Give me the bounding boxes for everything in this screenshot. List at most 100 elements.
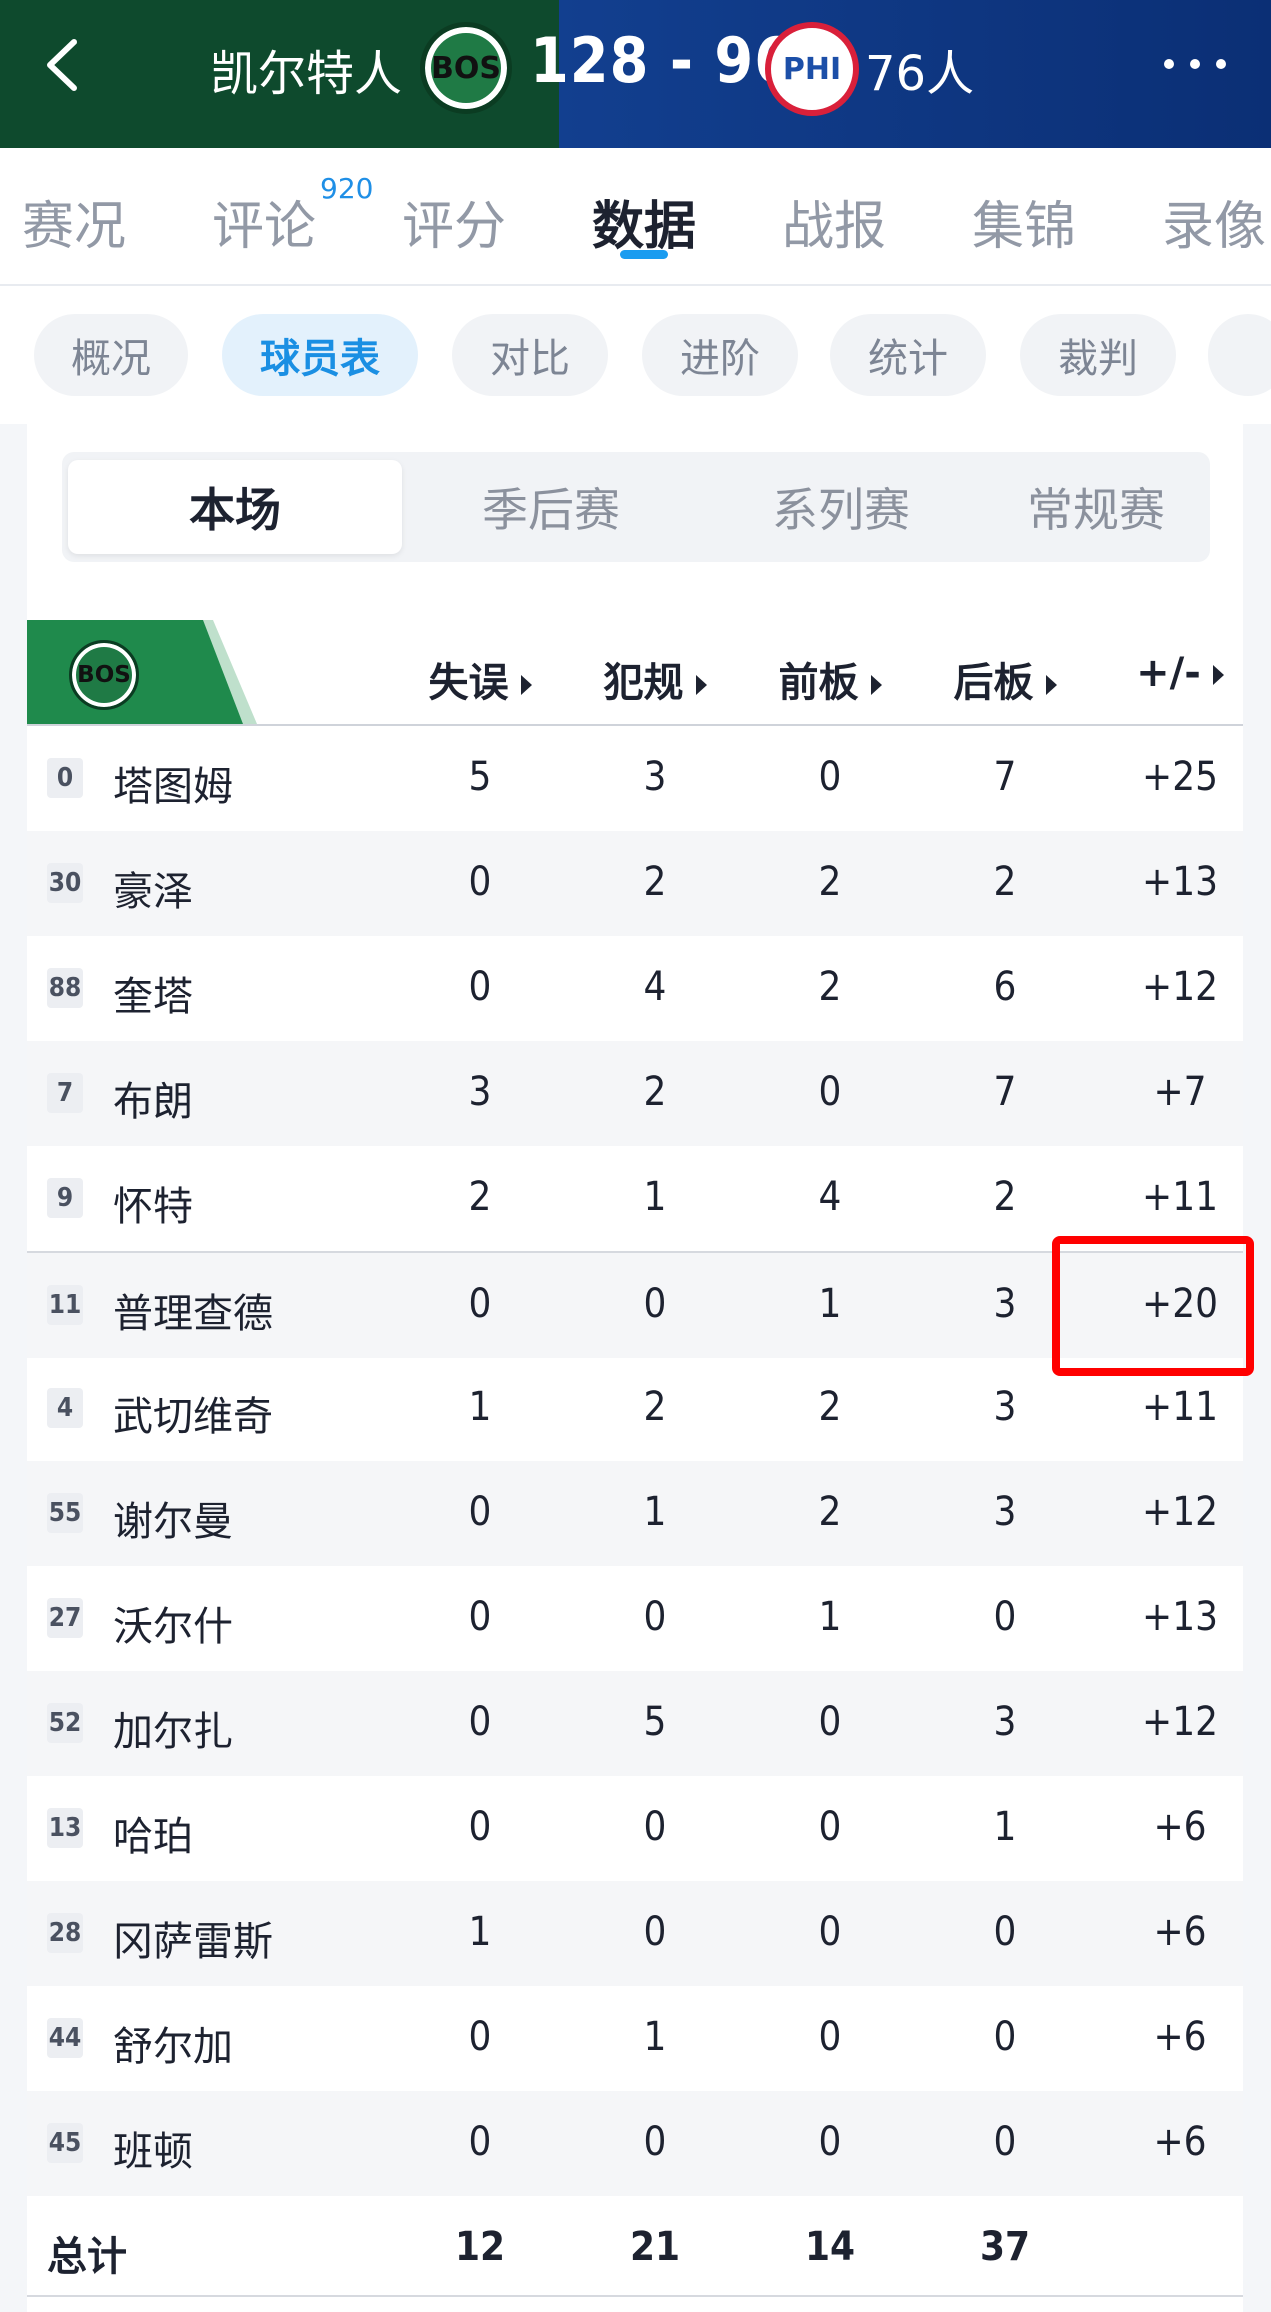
player-name[interactable]: 塔图姆 [113, 754, 233, 812]
stat-plus-minus: +6 [1153, 1804, 1207, 1850]
jersey-number-badge: 55 [47, 1493, 83, 1533]
comment-count-badge: 920 [320, 172, 374, 205]
player-name-cell: 45 班顿 [27, 2091, 382, 2196]
back-arrow-icon[interactable] [30, 30, 100, 100]
stat-turnovers: 0 [468, 859, 492, 905]
more-dots-icon[interactable] [1155, 44, 1235, 84]
table-row[interactable]: 88 奎塔 0 4 2 6 +12 [27, 936, 1243, 1041]
tab-data[interactable]: 数据 [592, 184, 696, 259]
stat-plus-minus: +13 [1142, 859, 1218, 905]
player-name-cell: 4 武切维奇 [27, 1356, 382, 1461]
stat-dreb: 3 [993, 1489, 1017, 1535]
table-row[interactable]: 0 塔图姆 5 3 0 7 +25 [27, 726, 1243, 831]
team-logo-small: BOS [69, 640, 139, 710]
tab-highlights[interactable]: 集锦 [972, 184, 1076, 259]
col-oreb-label: 前板 [778, 660, 859, 706]
segment-this-game[interactable]: 本场 [68, 460, 402, 554]
player-name[interactable]: 哈珀 [113, 1804, 193, 1862]
segment-series[interactable]: 系列赛 [696, 460, 986, 554]
table-row[interactable]: 45 班顿 0 0 0 0 +6 [27, 2091, 1243, 2196]
tab-ratings[interactable]: 评分 [402, 184, 506, 259]
stat-oreb: 2 [818, 859, 842, 905]
table-row[interactable]: 44 舒尔加 0 1 0 0 +6 [27, 1986, 1243, 2091]
col-plus-minus[interactable]: +/- [1095, 650, 1265, 696]
tab-live[interactable]: 赛况 [22, 184, 126, 259]
away-team-logo[interactable]: PHI [765, 22, 859, 116]
main-tab-bar: 赛况 评论 920 评分 数据 战报 集锦 录像 [0, 148, 1271, 286]
segment-playoffs[interactable]: 季后赛 [406, 460, 696, 554]
player-name-cell: 0 塔图姆 [27, 726, 382, 831]
stat-plus-minus: +12 [1142, 1489, 1218, 1535]
stat-fouls: 0 [643, 1594, 667, 1640]
stat-oreb: 0 [818, 754, 842, 800]
player-name-cell: 9 怀特 [27, 1146, 382, 1251]
table-row[interactable]: 28 冈萨雷斯 1 0 0 0 +6 [27, 1881, 1243, 1986]
stat-turnovers: 0 [468, 2119, 492, 2165]
player-name[interactable]: 沃尔什 [113, 1594, 233, 1652]
player-name[interactable]: 班顿 [113, 2119, 193, 2177]
stat-dreb: 0 [993, 1594, 1017, 1640]
stat-dreb: 7 [993, 1069, 1017, 1115]
player-name[interactable]: 舒尔加 [113, 2014, 233, 2072]
jersey-number-badge: 88 [47, 968, 83, 1008]
jersey-number-badge: 28 [47, 1913, 83, 1953]
table-row[interactable]: 7 布朗 3 2 0 7 +7 [27, 1041, 1243, 1146]
jersey-number-badge: 11 [47, 1285, 83, 1325]
highlight-annotation [1052, 1236, 1254, 1376]
player-name[interactable]: 布朗 [113, 1069, 193, 1127]
player-name[interactable]: 奎塔 [113, 964, 193, 1022]
col-fouls-label: 犯规 [603, 660, 684, 706]
player-name[interactable]: 加尔扎 [113, 1699, 233, 1757]
col-defensive-rebounds[interactable]: 后板 [920, 650, 1090, 708]
table-row[interactable]: 55 谢尔曼 0 1 2 3 +12 [27, 1461, 1243, 1566]
stat-plus-minus: +12 [1142, 1699, 1218, 1745]
sort-caret-icon [1045, 675, 1057, 695]
tab-comments[interactable]: 评论 920 [212, 172, 373, 259]
player-name[interactable]: 谢尔曼 [113, 1489, 233, 1547]
stat-plus-minus: +7 [1153, 1069, 1207, 1115]
subtab-overview[interactable]: 概况 [34, 314, 188, 396]
subtab-referees[interactable]: 裁判 [1020, 314, 1176, 396]
player-name-cell: 88 奎塔 [27, 936, 382, 1041]
stat-oreb: 0 [818, 1909, 842, 1955]
player-name[interactable]: 冈萨雷斯 [113, 1909, 273, 1967]
stat-dreb: 3 [993, 1699, 1017, 1745]
player-name[interactable]: 怀特 [113, 1174, 193, 1232]
player-name-cell: 28 冈萨雷斯 [27, 1881, 382, 1986]
table-row[interactable]: 27 沃尔什 0 0 1 0 +13 [27, 1566, 1243, 1671]
col-fouls[interactable]: 犯规 [570, 650, 740, 708]
stat-oreb: 4 [818, 1174, 842, 1220]
player-name[interactable]: 武切维奇 [113, 1384, 273, 1442]
stat-dreb: 3 [993, 1384, 1017, 1430]
table-row[interactable]: 13 哈珀 0 0 0 1 +6 [27, 1776, 1243, 1881]
home-team-logo[interactable]: BOS [420, 22, 512, 114]
player-name[interactable]: 普理查德 [113, 1281, 273, 1339]
tab-report[interactable]: 战报 [782, 184, 886, 259]
sort-caret-icon [870, 675, 882, 695]
active-tab-indicator [620, 250, 668, 259]
total-fouls: 21 [629, 2224, 681, 2270]
stat-oreb: 0 [818, 2119, 842, 2165]
away-team-name[interactable]: 76人 [865, 34, 974, 104]
stat-turnovers: 0 [468, 1594, 492, 1640]
player-name[interactable]: 豪泽 [113, 859, 193, 917]
col-dreb-label: 后板 [953, 660, 1034, 706]
subtab-player-stats[interactable]: 球员表 [222, 314, 418, 396]
total-oreb: 14 [804, 2224, 856, 2270]
col-turnovers[interactable]: 失误 [395, 650, 565, 708]
subtab-more[interactable] [1208, 314, 1271, 396]
segment-regular-season[interactable]: 常规赛 [986, 460, 1206, 554]
subtab-compare[interactable]: 对比 [452, 314, 608, 396]
jersey-number-badge: 0 [47, 758, 83, 798]
stat-fouls: 4 [643, 964, 667, 1010]
stat-turnovers: 0 [468, 2014, 492, 2060]
subtab-statistics[interactable]: 统计 [830, 314, 986, 396]
sub-tab-bar: 概况 球员表 对比 进阶 统计 裁判 [0, 286, 1271, 424]
tab-replay[interactable]: 录像 [1162, 184, 1266, 259]
home-team-name[interactable]: 凯尔特人 [210, 34, 402, 104]
col-offensive-rebounds[interactable]: 前板 [745, 650, 915, 708]
table-row[interactable]: 52 加尔扎 0 5 0 3 +12 [27, 1671, 1243, 1776]
subtab-advanced[interactable]: 进阶 [642, 314, 798, 396]
stat-oreb: 1 [818, 1281, 842, 1327]
table-row[interactable]: 30 豪泽 0 2 2 2 +13 [27, 831, 1243, 936]
